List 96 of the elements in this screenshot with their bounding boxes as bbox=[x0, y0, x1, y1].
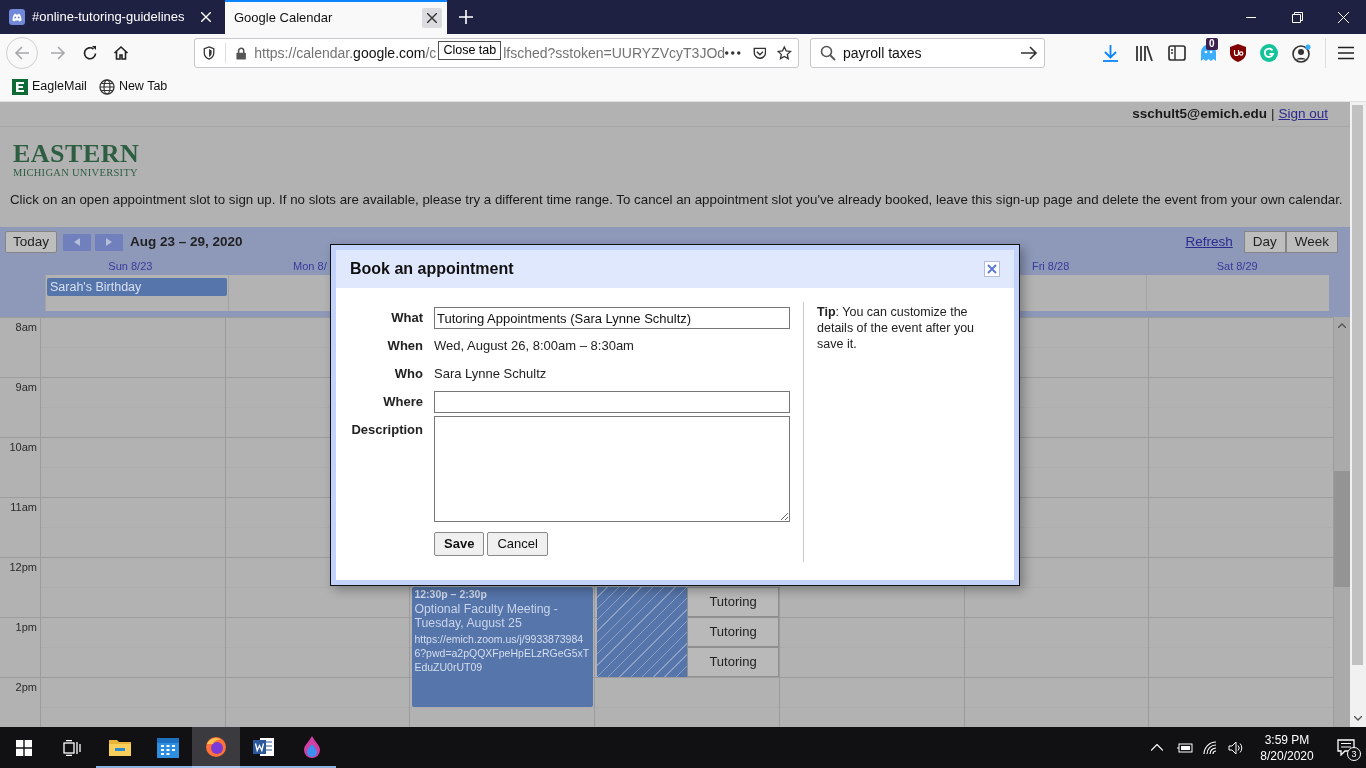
lock-icon[interactable] bbox=[235, 45, 247, 61]
download-icon[interactable] bbox=[1103, 44, 1118, 62]
windows-icon[interactable] bbox=[16, 739, 32, 756]
day-header: Sat 8/29 bbox=[1216, 258, 1258, 274]
globe-icon bbox=[98, 78, 115, 95]
menu-icon[interactable] bbox=[1338, 46, 1354, 60]
sidebar-icon[interactable] bbox=[1168, 45, 1186, 61]
drop-icon[interactable] bbox=[303, 735, 321, 758]
shield-icon[interactable] bbox=[203, 45, 216, 61]
field-label: Description bbox=[350, 421, 423, 439]
clock-date[interactable]: 8/20/2020 bbox=[1260, 747, 1314, 764]
arrow-right-icon[interactable] bbox=[1021, 46, 1038, 60]
wifi-icon[interactable] bbox=[1203, 741, 1218, 754]
day-header: Fri 8/28 bbox=[1031, 258, 1070, 274]
slot-button[interactable]: Tutoring bbox=[687, 647, 779, 677]
scroll-down-icon[interactable] bbox=[1354, 716, 1362, 721]
cancel-button[interactable]: Cancel bbox=[487, 532, 548, 556]
more-icon[interactable] bbox=[725, 51, 741, 55]
library-icon[interactable] bbox=[1135, 45, 1153, 61]
browser-tab[interactable]: #online-tutoring-guidelines bbox=[0, 0, 225, 34]
tip-text: Tip: You can customize the details of the event after you save it. bbox=[817, 304, 976, 352]
bookmark-icon bbox=[12, 78, 28, 95]
hour-label: 12pm bbox=[9, 561, 37, 575]
field-label: What bbox=[390, 309, 423, 328]
separator: | bbox=[1270, 105, 1275, 124]
notification-icon[interactable] bbox=[1337, 739, 1355, 756]
field-label: Where bbox=[382, 393, 423, 412]
hour-label: 11am bbox=[10, 501, 37, 515]
notification-count: 3 bbox=[1347, 747, 1361, 761]
pocket-icon[interactable] bbox=[752, 45, 767, 61]
hour-label: 2pm bbox=[15, 681, 37, 695]
star-icon[interactable] bbox=[777, 45, 792, 61]
count-badge: 0 bbox=[1206, 38, 1218, 50]
app-icon bbox=[9, 9, 25, 25]
close-tab-button[interactable] bbox=[422, 8, 442, 28]
browser-tab[interactable]: Google Calendar bbox=[225, 0, 447, 34]
scrollbar-thumb[interactable] bbox=[1334, 471, 1350, 587]
bookmark-link[interactable]: New Tab bbox=[98, 77, 168, 96]
scrollbar-thumb[interactable] bbox=[1352, 105, 1363, 665]
hour-label: 8am bbox=[15, 321, 37, 335]
slot-button[interactable]: Tutoring bbox=[687, 587, 779, 617]
event-title: Optional Faculty Meeting - Tuesday, August 25 bbox=[414, 602, 559, 630]
search-icon bbox=[820, 45, 836, 61]
day-header: Mon 8/ bbox=[293, 258, 327, 274]
day-header: Sun 8/23 bbox=[108, 258, 153, 274]
account-icon[interactable] bbox=[1292, 43, 1311, 63]
task-view-icon[interactable] bbox=[63, 739, 81, 756]
view-button[interactable]: Week bbox=[1285, 231, 1338, 253]
battery-icon[interactable] bbox=[1177, 742, 1193, 753]
volume-icon[interactable] bbox=[1228, 740, 1244, 755]
logo-wordmark: EASTERN bbox=[13, 141, 141, 168]
today-button[interactable]: Today bbox=[5, 231, 58, 253]
date-range: Aug 23 – 29, 2020 bbox=[130, 232, 243, 251]
text-field[interactable] bbox=[434, 391, 790, 413]
reload-icon[interactable] bbox=[82, 45, 98, 61]
search-field[interactable]: payroll taxes bbox=[810, 38, 1045, 68]
home-icon[interactable] bbox=[113, 45, 129, 61]
text-field[interactable]: Tutoring Appointments (Sara Lynne Schultz) bbox=[434, 307, 790, 329]
browser-icon[interactable] bbox=[205, 735, 227, 758]
save-button[interactable]: Save bbox=[434, 532, 485, 556]
calendar-icon[interactable] bbox=[157, 735, 179, 758]
bookmark-link[interactable]: EagleMail bbox=[12, 77, 87, 96]
shield-icon[interactable] bbox=[1230, 44, 1246, 62]
description-field[interactable] bbox=[434, 416, 790, 522]
slot-button[interactable]: Tutoring bbox=[687, 617, 779, 647]
close-icon[interactable] bbox=[427, 13, 437, 23]
event-time: 12:30p – 2:30p bbox=[414, 588, 488, 601]
event-details: https://emich.zoom.us/j/99338739846?pwd=a2pQQXFpeHpELzRGeG5xTEduZU0rUT09 bbox=[414, 632, 591, 674]
tooltip: Close tab bbox=[438, 41, 502, 60]
clock-time[interactable]: 3:59 PM bbox=[1264, 731, 1310, 748]
dialog-title: Book an appointment bbox=[350, 259, 515, 279]
sign-out-link[interactable]: Sign out bbox=[1278, 104, 1328, 125]
browser-button[interactable] bbox=[192, 727, 240, 768]
address-bar[interactable]: https://calendar.google.com/c Close tab lfsched?sstoken=UURYZVcyT3JOd bbox=[194, 38, 799, 68]
refresh-link[interactable]: Refresh bbox=[1185, 231, 1233, 253]
hour-label: 1pm bbox=[15, 621, 37, 635]
field-value: Sara Lynne Schultz bbox=[434, 365, 547, 384]
account-email: sschult5@emich.edu bbox=[1132, 105, 1267, 124]
document-icon[interactable] bbox=[253, 736, 275, 757]
chevron-up-icon[interactable] bbox=[1151, 744, 1163, 751]
hour-label: 9am bbox=[15, 381, 37, 395]
url-text: lfsched?sstoken=UURYZVcyT3JOd bbox=[503, 43, 726, 63]
field-label: Who bbox=[393, 365, 423, 384]
url-text: https://calendar.google.com/c bbox=[254, 43, 437, 63]
event-chip[interactable]: Sarah's Birthday bbox=[47, 278, 228, 296]
folder-icon[interactable] bbox=[109, 737, 131, 756]
field-value: Wed, August 26, 8:00am – 8:30am bbox=[434, 337, 634, 356]
instructions-text: Click on an open appointment slot to sign up. If no slots are available, please try a different time range. To cancel an appointment slot you've already booked, leave this sign-up page and delete the event from your own calendar. bbox=[10, 191, 1343, 210]
view-button[interactable]: Day bbox=[1243, 231, 1286, 253]
restore-icon[interactable] bbox=[1291, 11, 1303, 23]
event-block[interactable]: 12:30p – 2:30p Optional Faculty Meeting - Tuesday, August 25 https://emich.zoom.us/j/99338739846?pwd=a2pQQXFpeHpELzRGeG5xTEduZU0rUT09 bbox=[412, 587, 594, 707]
hour-label: 10am bbox=[9, 441, 37, 455]
logo-subtitle: MICHIGAN UNIVERSITY bbox=[13, 167, 139, 180]
plus-icon[interactable] bbox=[459, 10, 473, 24]
scroll-up-icon[interactable] bbox=[1338, 323, 1346, 328]
field-label: When bbox=[386, 337, 423, 356]
